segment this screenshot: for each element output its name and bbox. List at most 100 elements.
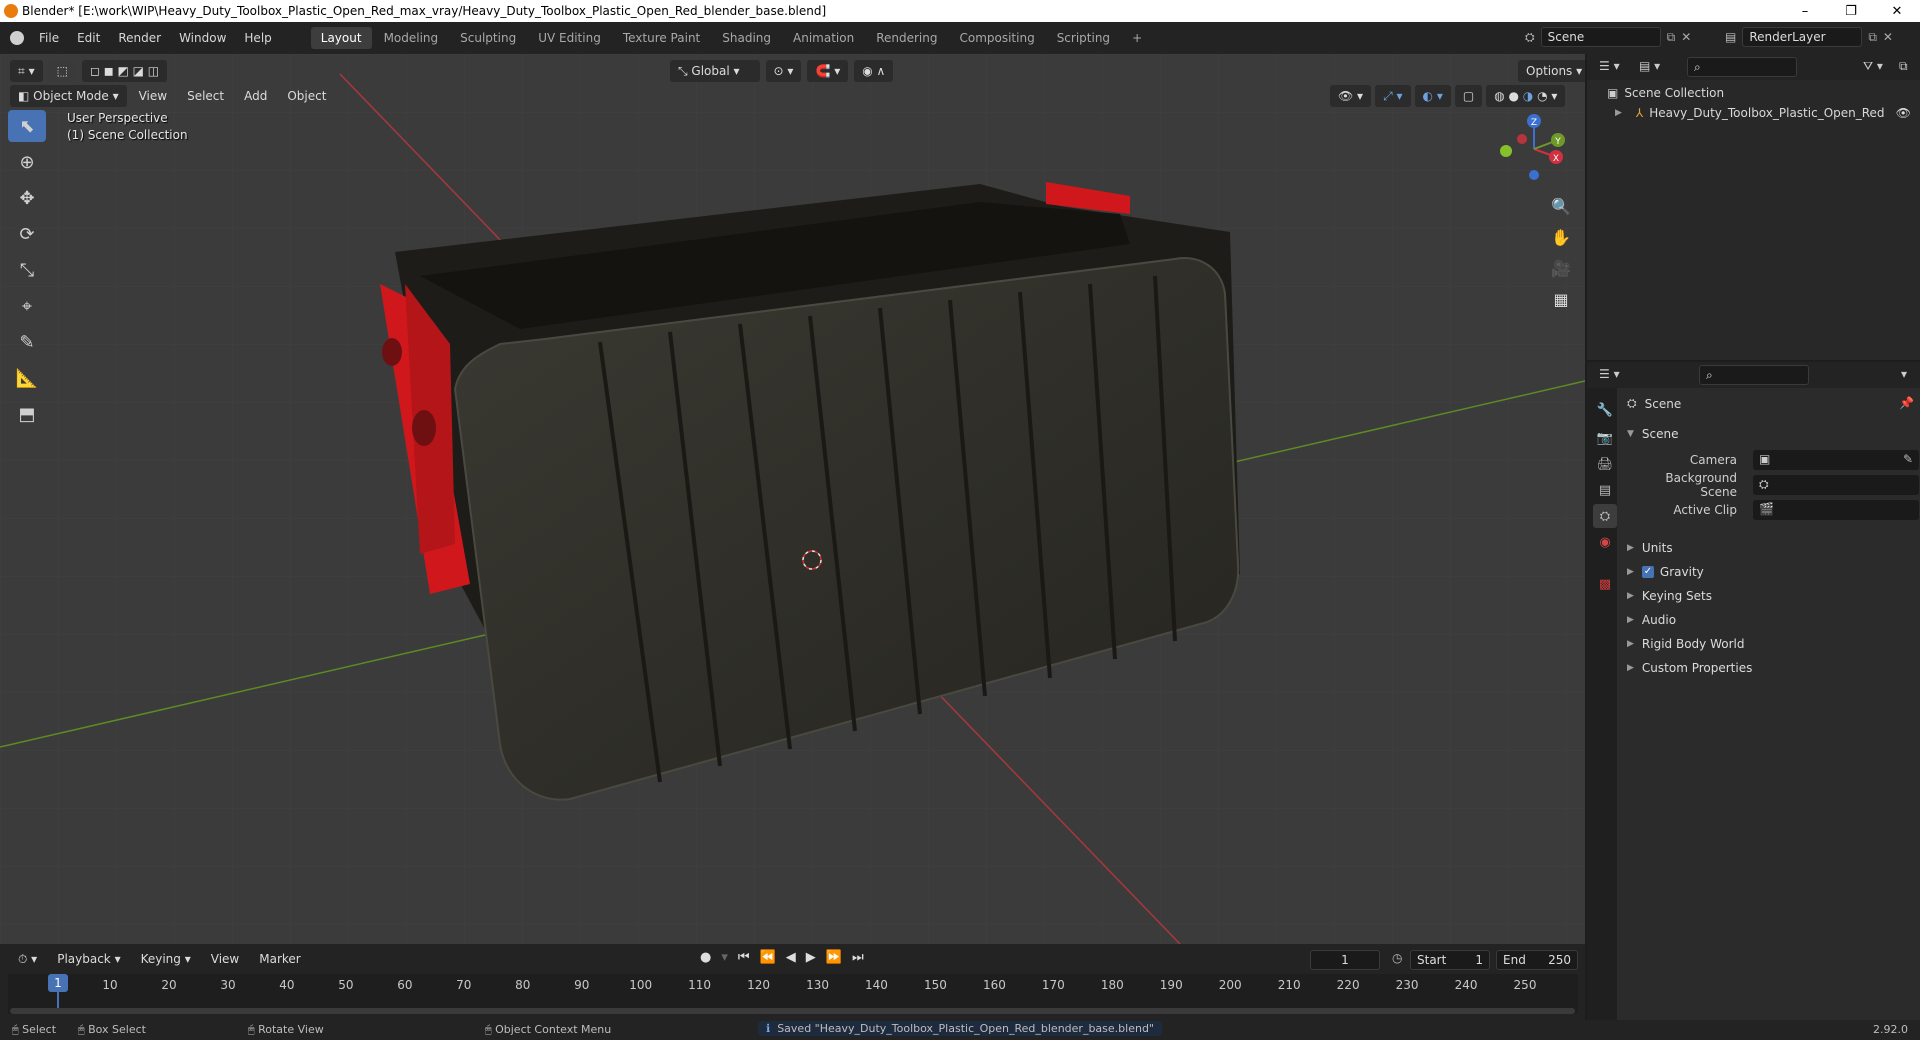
record-icon[interactable]: ● [700,950,711,965]
start-frame-field[interactable]: Start 1 [1410,950,1490,970]
clock-icon[interactable]: ◷ [1392,951,1402,965]
3d-viewport[interactable]: ⌗ ▾ ⬚ ◻ ◼ ◩ ◪ ◫ ⤡ Global ▾ ⊙ ▾ 🧲 ▾ ◉ ∧ O… [0,54,1585,944]
timeline-editor-type-icon[interactable]: ⏱ ▾ [10,948,45,970]
playhead-frame-indicator[interactable]: 1 [48,974,68,992]
overlay-toggle-icon[interactable]: ◐ ▾ [1414,85,1451,107]
rigid-body-world-subpanel[interactable]: ▶ Rigid Body World [1627,634,1744,654]
add-workspace-button[interactable]: + [1122,27,1152,49]
pin-icon[interactable]: 📌 [1899,396,1914,410]
tab-animation[interactable]: Animation [783,27,864,49]
background-scene-field[interactable]: ⛭ [1753,475,1919,495]
tab-texture-paint[interactable]: Texture Paint [613,27,710,49]
outliner-editor-type-icon[interactable]: ☰ ▾ [1599,59,1620,73]
outliner-search-input[interactable]: ⌕ [1687,57,1797,77]
properties-options-icon[interactable]: ▾ [1901,367,1907,381]
visibility-icon[interactable]: 👁 ▾ [1330,85,1372,107]
object-mode-dropdown[interactable]: ◧ Object Mode ▾ [10,85,127,107]
view-layer-tab-icon[interactable]: ▤ [1593,478,1617,502]
prev-keyframe-icon[interactable]: ⏪ [760,950,776,965]
minimize-button[interactable]: – [1782,0,1828,22]
new-collection-icon[interactable]: ⧉ [1899,59,1908,74]
tab-uv-editing[interactable]: UV Editing [528,27,611,49]
expand-triangle-icon[interactable]: ▶ [1615,108,1622,118]
units-subpanel[interactable]: ▶ Units [1627,538,1673,558]
world-tab-icon[interactable]: ◉ [1593,530,1617,554]
scene-field[interactable]: Scene [1540,27,1661,47]
filter-icon[interactable]: ⛛ ▾ [1863,59,1883,74]
jump-start-icon[interactable]: ⏮ [738,950,750,965]
end-frame-field[interactable]: End 250 [1496,950,1578,970]
snap-button[interactable]: 🧲 ▾ [807,60,849,82]
menu-render[interactable]: Render [109,31,170,45]
output-tab-icon[interactable]: 🖨 [1593,452,1617,476]
tab-sculpting[interactable]: Sculpting [450,27,526,49]
selection-mode-buttons[interactable]: ◻ ◼ ◩ ◪ ◫ [81,60,168,82]
tab-rendering[interactable]: Rendering [866,27,947,49]
renderlayer-field[interactable]: RenderLayer [1742,27,1863,47]
camera-view-icon[interactable]: 🎥 [1546,253,1576,283]
gravity-subpanel[interactable]: ▶ ✓ Gravity [1627,562,1704,582]
current-frame-field[interactable]: 1 [1310,950,1380,970]
scene-tab-icon[interactable]: ⛭ [1593,504,1617,528]
gizmo-toggle-icon[interactable]: ⤢ ▾ [1375,85,1411,107]
playback-menu[interactable]: Playback ▾ [49,948,128,970]
annotate-tool-icon[interactable]: ✎ [8,326,46,358]
delete-scene-icon[interactable]: ✕ [1681,30,1691,44]
scene-panel-header[interactable]: ▼ Scene [1627,424,1679,444]
marker-menu[interactable]: Marker [251,948,308,970]
tab-compositing[interactable]: Compositing [949,27,1044,49]
zoom-icon[interactable]: 🔍 [1546,191,1576,221]
next-keyframe-icon[interactable]: ⏩ [826,950,842,965]
delete-renderlayer-icon[interactable]: ✕ [1883,30,1893,44]
play-reverse-icon[interactable]: ◀ [786,950,796,965]
new-scene-icon[interactable]: ⧉ [1667,30,1676,45]
menu-window[interactable]: Window [170,31,235,45]
navigation-gizmo[interactable]: Z X Y [1490,109,1570,189]
scene-icon[interactable]: ⛭ [1525,30,1535,45]
proportional-edit-button[interactable]: ◉ ∧ [854,60,894,82]
tab-scripting[interactable]: Scripting [1047,27,1120,49]
select-box-tool-icon[interactable]: ⬉ [8,110,46,142]
custom-properties-subpanel[interactable]: ▶ Custom Properties [1627,658,1752,678]
ortho-toggle-icon[interactable]: ▦ [1546,284,1576,314]
select-tool-button[interactable]: ⬚ [48,60,76,82]
menu-edit[interactable]: Edit [68,31,109,45]
transform-orientation-dropdown[interactable]: ⤡ Global ▾ [670,60,760,82]
tab-modeling[interactable]: Modeling [374,27,449,49]
gravity-checkbox[interactable]: ✓ [1641,566,1654,578]
keying-menu[interactable]: Keying ▾ [133,948,199,970]
play-icon[interactable]: ▶ [806,950,816,965]
xray-toggle-icon[interactable]: ▢ [1454,85,1483,107]
cursor-tool-icon[interactable]: ⊕ [8,146,46,178]
tab-layout[interactable]: Layout [310,27,372,49]
menu-help[interactable]: Help [235,31,280,45]
keying-sets-subpanel[interactable]: ▶ Keying Sets [1627,586,1712,606]
close-button[interactable]: ✕ [1874,0,1920,22]
render-tab-icon[interactable]: 📷 [1593,426,1617,450]
viewport-object-menu[interactable]: Object [279,85,334,107]
viewport-view-menu[interactable]: View [131,85,175,107]
tab-shading[interactable]: Shading [712,27,781,49]
timeline-scrollbar[interactable] [10,1008,1575,1014]
measure-tool-icon[interactable]: 📐 [8,362,46,394]
viewport-select-menu[interactable]: Select [179,85,232,107]
add-cube-tool-icon[interactable]: ⬒ [8,398,46,430]
display-mode-icon[interactable]: ▤ ▾ [1639,59,1660,73]
transform-tool-icon[interactable]: ⌖ [8,290,46,322]
pan-hand-icon[interactable]: ✋ [1546,222,1576,252]
maximize-button[interactable]: ❐ [1828,0,1874,22]
properties-editor-type-icon[interactable]: ☰ ▾ [1599,367,1620,381]
renderlayer-icon[interactable]: ▤ [1725,30,1736,44]
scale-tool-icon[interactable]: ⤡ [8,254,46,286]
editor-type-button[interactable]: ⌗ ▾ [10,60,43,82]
shading-modes-icon[interactable]: ◍ ● ◑ ◔ ▾ [1486,85,1566,107]
outliner-root[interactable]: ▣ Scene Collection [1607,86,1724,100]
move-tool-icon[interactable]: ✥ [8,182,46,214]
viewport-add-menu[interactable]: Add [236,85,275,107]
active-clip-field[interactable]: 🎬 [1753,500,1919,520]
visibility-eye-icon[interactable]: 👁 [1896,106,1911,120]
properties-search-input[interactable]: ⌕ [1699,365,1809,385]
pivot-point-button[interactable]: ⊙ ▾ [765,60,802,82]
blender-menu-icon[interactable] [10,31,24,45]
camera-field[interactable]: ▣ ✎ [1753,450,1919,470]
